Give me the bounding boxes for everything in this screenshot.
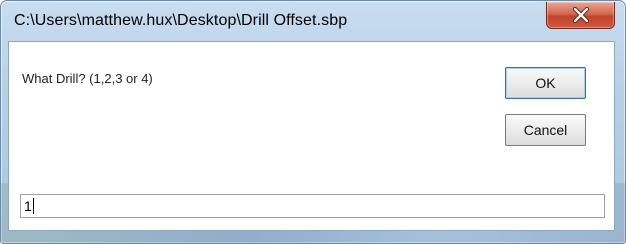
cancel-button[interactable]: Cancel	[505, 114, 586, 146]
ok-button[interactable]: OK	[505, 67, 586, 99]
answer-input-value: 1	[24, 198, 32, 214]
window-title: C:\Users\matthew.hux\Desktop\Drill Offse…	[14, 12, 348, 29]
answer-input[interactable]: 1	[20, 194, 605, 218]
dialog-window: C:\Users\matthew.hux\Desktop\Drill Offse…	[0, 0, 626, 244]
title-bar[interactable]: C:\Users\matthew.hux\Desktop\Drill Offse…	[1, 1, 625, 41]
dialog-body: What Drill? (1,2,3 or 4) OK Cancel 1	[8, 41, 615, 231]
close-icon	[572, 7, 590, 23]
text-caret	[32, 198, 34, 214]
prompt-label: What Drill? (1,2,3 or 4)	[22, 71, 153, 86]
close-button[interactable]	[546, 2, 615, 29]
